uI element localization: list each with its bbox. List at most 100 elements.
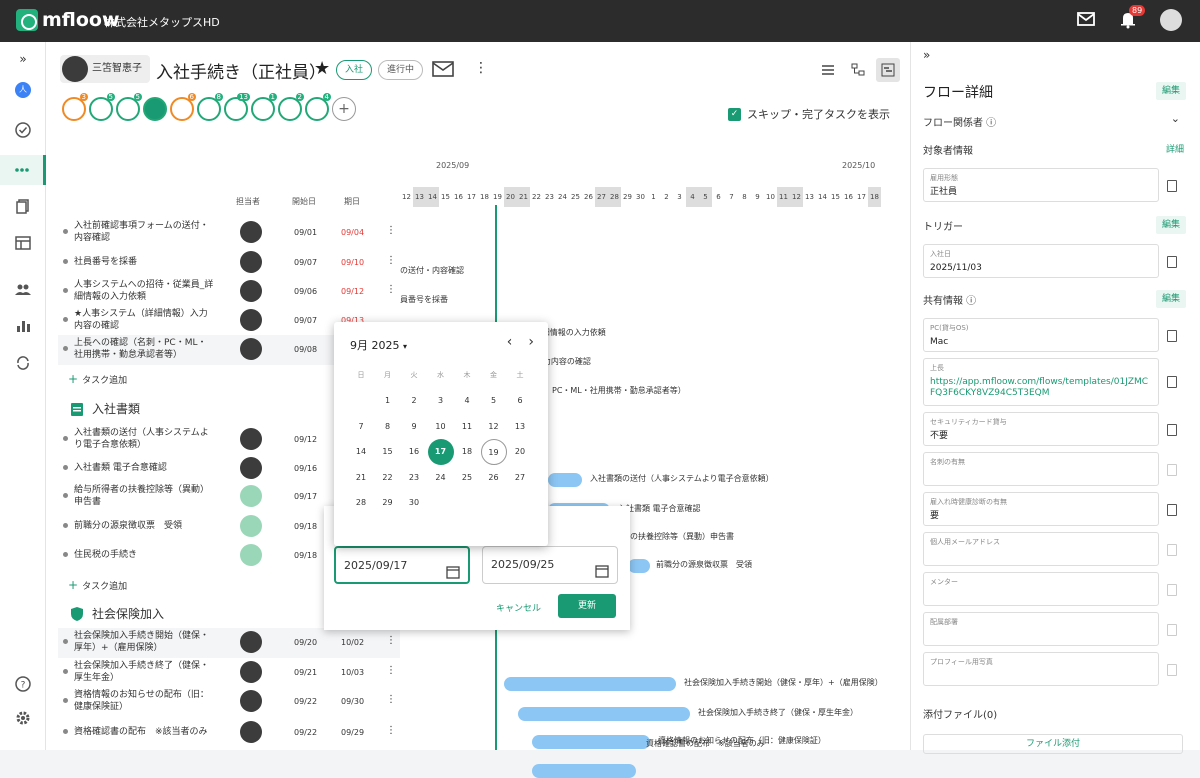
field-personal-email[interactable]: 個人用メールアドレス [923, 532, 1159, 566]
calendar-day[interactable]: 3 [428, 388, 454, 414]
field-mentor[interactable]: メンター [923, 572, 1159, 606]
calendar-day[interactable]: 23 [401, 465, 427, 491]
add-task-type-icon[interactable]: + [332, 97, 356, 121]
calendar-day[interactable]: 12 [481, 414, 507, 440]
field-hire-date[interactable]: 入社日 2025/11/03 [923, 244, 1159, 278]
copy-icon[interactable] [1167, 256, 1177, 268]
task-row[interactable]: 資格情報のお知らせの配布（旧：健康保険証） 09/22 09/30 ⋮ [58, 687, 400, 717]
task-bar[interactable] [532, 764, 636, 778]
people-icon[interactable] [11, 277, 35, 301]
user-avatar[interactable] [1160, 9, 1182, 31]
copy-icon[interactable] [1167, 664, 1177, 676]
task-row[interactable]: 社員番号を採番 09/07 09/10 ⋮ [58, 248, 400, 276]
expand-icon[interactable]: » [11, 47, 35, 71]
task-row[interactable]: 社会保険加入手続き終了（健保・厚生年金） 09/21 10/03 ⋮ [58, 658, 400, 688]
task-bar[interactable] [628, 559, 650, 573]
star-icon[interactable]: ★ [314, 58, 330, 79]
field-manager[interactable]: 上長 https://app.mfloow.com/flows/templates… [923, 358, 1159, 406]
shield-task-icon[interactable]: 5 [116, 93, 142, 121]
copy-icon[interactable] [1167, 584, 1177, 596]
calendar-day[interactable]: 11 [454, 414, 480, 440]
calendar-day[interactable]: 1 [375, 388, 401, 414]
building-task-icon[interactable]: 2 [278, 93, 304, 121]
calendar-day[interactable]: 19 [480, 439, 507, 465]
task-row[interactable]: 入社前確認事項フォームの送付・内容確認 09/01 09/04 ⋮ [58, 218, 400, 248]
copy-icon[interactable] [1167, 376, 1177, 388]
copy-icon[interactable] [1167, 464, 1177, 476]
checkbox-icon[interactable]: ✓ [728, 107, 741, 121]
chart-icon[interactable] [11, 314, 35, 338]
calendar-day[interactable]: 16 [401, 439, 427, 465]
copy-icon[interactable] [1167, 424, 1177, 436]
status-chip[interactable]: 進行中 [378, 60, 424, 80]
field-employment-type[interactable]: 雇用形態 正社員 [923, 168, 1159, 202]
meal-task-icon[interactable]: 6 [170, 93, 196, 121]
field-pc[interactable]: PC(貸与OS) Mac [923, 318, 1159, 352]
calendar-day[interactable]: 29 [375, 490, 401, 516]
mail-icon[interactable] [432, 60, 454, 82]
edit-button[interactable]: 編集 [1155, 82, 1186, 100]
skip-toggle[interactable]: ✓ スキップ・完了タスクを表示 [728, 106, 890, 122]
copy-icon[interactable] [1167, 180, 1177, 192]
task-bar[interactable] [504, 677, 676, 691]
bell-icon[interactable]: 89 [1118, 5, 1146, 31]
field-business-card[interactable]: 名刺の有無 [923, 452, 1159, 486]
cancel-button[interactable]: キャンセル [496, 601, 541, 614]
start-date-field[interactable]: 2025/09/17 [334, 546, 470, 584]
calendar-day[interactable]: 13 [507, 414, 533, 440]
calendar-day[interactable]: 4 [454, 388, 480, 414]
document-task-icon[interactable]: 5 [89, 93, 115, 121]
sync-icon[interactable] [11, 351, 35, 375]
copy-icon[interactable] [1167, 504, 1177, 516]
task-bar[interactable] [532, 735, 650, 749]
settings-icon[interactable] [11, 706, 35, 730]
next-month-icon[interactable]: › [528, 334, 534, 350]
calendar-day[interactable]: 5 [481, 388, 507, 414]
attach-file-button[interactable]: ファイル添付 [923, 734, 1183, 754]
flows-icon[interactable] [0, 155, 46, 185]
calendar-month-title[interactable]: 9月 2025 ▾ [350, 337, 407, 353]
user-badge-icon[interactable]: 人 [11, 78, 35, 102]
task-row[interactable]: 社会保険加入手続き開始（健保・厚年）+（雇用保険） 09/20 10/02 ⋮ [58, 628, 400, 658]
calendar-day[interactable]: 15 [375, 439, 401, 465]
field-profile-photo[interactable]: プロフィール用写真 [923, 652, 1159, 686]
calendar-day[interactable]: 7 [348, 414, 374, 440]
calendar-day[interactable]: 25 [454, 465, 480, 491]
table-icon[interactable] [11, 231, 35, 255]
gear-task-icon[interactable]: 8 [197, 93, 223, 121]
calendar-day[interactable]: 27 [507, 465, 533, 491]
tree-view-icon[interactable] [846, 58, 870, 82]
more-icon[interactable]: ⋮ [474, 60, 488, 76]
calendar-day[interactable]: 8 [375, 414, 401, 440]
calendar-day[interactable]: 17 [427, 439, 454, 465]
edit-button[interactable]: 編集 [1155, 216, 1186, 234]
calendar-day[interactable]: 20 [507, 439, 533, 465]
edit-button[interactable]: 編集 [1155, 290, 1186, 308]
calendar-day[interactable]: 18 [454, 439, 480, 465]
shield-active-icon[interactable] [143, 97, 167, 121]
task-bar[interactable] [548, 473, 582, 487]
field-security-card[interactable]: セキュリティカード貸与 不要 [923, 412, 1159, 446]
calendar-day[interactable]: 28 [348, 490, 374, 516]
help-icon[interactable]: ? [11, 672, 35, 696]
flow-members-label[interactable]: フロー関係者 ⓘ [923, 114, 996, 129]
task-bar[interactable] [518, 707, 690, 721]
gantt-view-icon[interactable] [876, 58, 900, 82]
form-task-icon[interactable]: 4 [305, 93, 331, 121]
add-task-button[interactable]: + タスク追加 [68, 578, 127, 592]
list-view-icon[interactable] [816, 58, 840, 82]
calendar-day[interactable]: 21 [348, 465, 374, 491]
update-button[interactable]: 更新 [558, 594, 616, 618]
field-department[interactable]: 配属部署 [923, 612, 1159, 646]
mail-task-icon[interactable]: 1 [251, 93, 277, 121]
prev-month-icon[interactable]: ‹ [507, 334, 513, 350]
copy-icon[interactable] [1167, 544, 1177, 556]
check-circle-icon[interactable] [11, 118, 35, 142]
calendar-day[interactable]: 22 [375, 465, 401, 491]
detail-link[interactable]: 詳細 [1166, 142, 1184, 155]
calendar-day[interactable]: 6 [507, 388, 533, 414]
calendar-day[interactable]: 30 [401, 490, 427, 516]
add-task-button[interactable]: + タスク追加 [68, 372, 127, 386]
calendar-day[interactable]: 24 [428, 465, 454, 491]
task-row[interactable]: 資格確認書の配布 ※該当者のみ 09/22 09/29 ⋮ [58, 718, 400, 746]
